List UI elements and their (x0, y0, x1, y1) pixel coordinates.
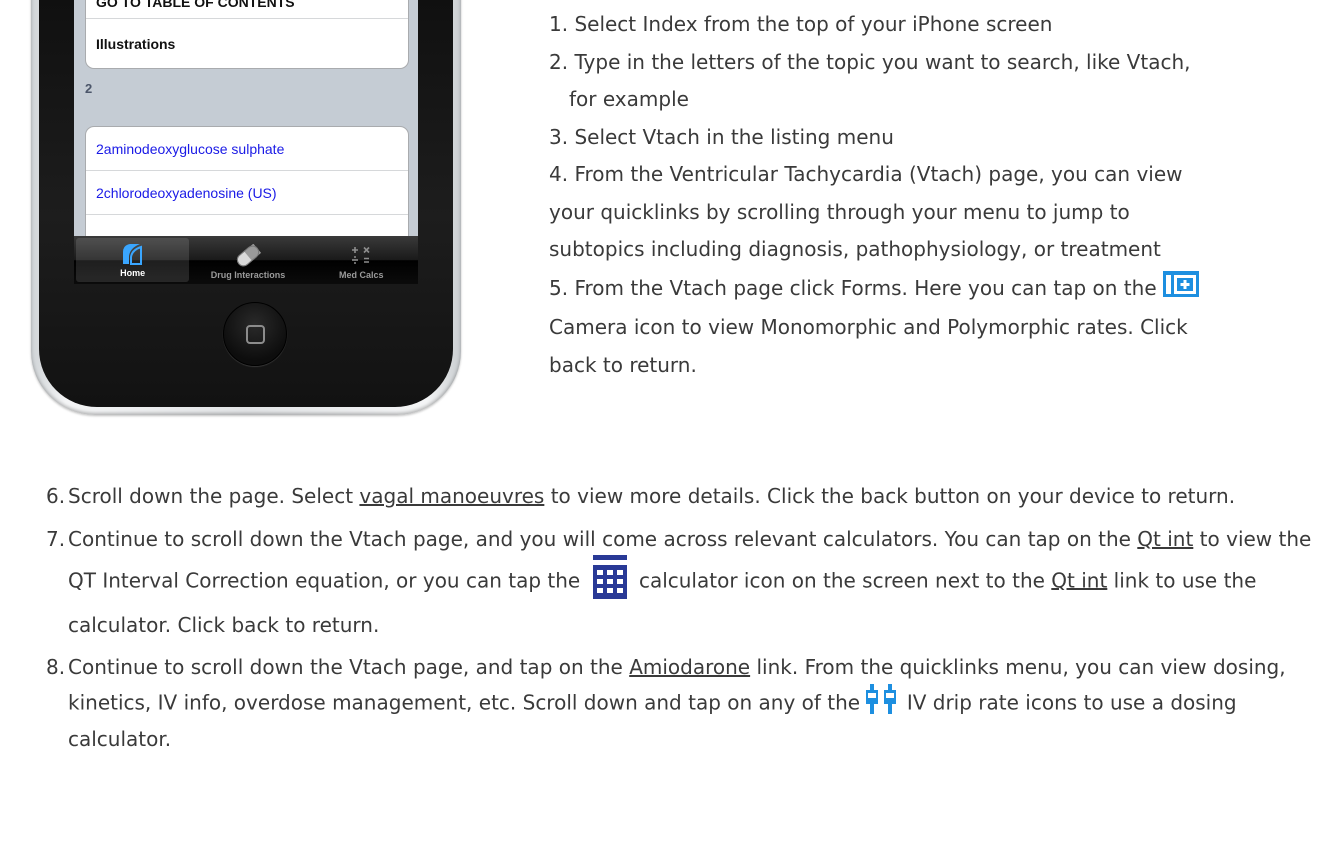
vagal-manoeuvres-link[interactable]: vagal manoeuvres (359, 484, 544, 508)
tab-drug-interactions-label: Drug Interactions (210, 270, 286, 280)
step-8-number: 8. (46, 655, 66, 679)
iphone-face: GO TO TABLE OF CONTENTS Illustrations 2 … (39, 0, 453, 407)
list-item[interactable]: 2chlorodeoxyadenosine (US) (86, 171, 408, 215)
amiodarone-link[interactable]: Amiodarone (629, 655, 750, 679)
step-7-text: Continue to scroll down the Vtach page, … (68, 526, 1138, 551)
step-3: 3. Select Vtach in the listing menu (549, 124, 894, 149)
step-5-line-1: 5. From the Vtach page click Forms. Here… (549, 269, 1319, 310)
camera-icon (1163, 269, 1199, 310)
tab-med-calcs-label: Med Calcs (339, 270, 384, 280)
step-5-line-2: Camera icon to view Monomorphic and Poly… (549, 315, 1188, 339)
iv-drip-icon (866, 683, 900, 724)
step-4-line-1: 4. From the Ventricular Tachycardia (Vta… (549, 162, 1183, 186)
step-7-text-after-icon: calculator icon on the screen next to th… (632, 568, 1052, 593)
list-item-label: 2chlorodeoxyadenosine (US) (96, 184, 277, 201)
calc-icon (349, 244, 373, 268)
toc-row[interactable]: GO TO TABLE OF CONTENTS (86, 0, 408, 19)
home-icon (120, 242, 146, 266)
step-2-line-2: for example (569, 87, 689, 111)
qt-int-link-2[interactable]: Qt int (1051, 568, 1107, 592)
step-6-number: 6. (46, 484, 66, 508)
home-button-square-icon (245, 324, 265, 344)
step-4-line-3: subtopics including diagnosis, pathophys… (549, 237, 1161, 261)
step-5-line-3: back to return. (549, 352, 697, 377)
tab-med-calcs[interactable]: Med Calcs (305, 236, 418, 284)
iphone-device: GO TO TABLE OF CONTENTS Illustrations 2 … (31, 0, 461, 415)
iphone-screen: GO TO TABLE OF CONTENTS Illustrations 2 … (74, 0, 418, 284)
section-header: 2 (85, 81, 93, 96)
step-6-text-end: to view more details. Click the back but… (544, 484, 1236, 508)
list-item[interactable]: 2aminodeoxyglucose sulphate (86, 127, 408, 171)
toc-label: GO TO TABLE OF CONTENTS (96, 0, 295, 10)
step-6: 6. Scroll down the page. Select vagal ma… (46, 480, 1321, 513)
tab-home-label: Home (120, 268, 146, 278)
qt-int-link[interactable]: Qt int (1137, 527, 1193, 551)
list-item-label: 2aminodeoxyglucose sulphate (96, 140, 285, 157)
pill-icon (233, 244, 263, 268)
tab-home[interactable]: Home (76, 238, 190, 282)
calculator-icon (592, 555, 627, 609)
step-7: 7. Continue to scroll down the Vtach pag… (46, 523, 1321, 642)
steps-bottom: 6. Scroll down the page. Select vagal ma… (46, 480, 1321, 766)
illustrations-label: Illustrations (96, 35, 176, 52)
steps-right-column: 1. Select Index from the top of your iPh… (549, 6, 1319, 384)
step-7-number: 7. (46, 526, 66, 551)
step-2-line-1: 2. Type in the letters of the topic you … (549, 49, 1191, 74)
step-6-text: Scroll down the page. Select (68, 484, 360, 508)
home-button[interactable] (223, 302, 287, 366)
step-8: 8. Continue to scroll down the Vtach pag… (46, 651, 1321, 756)
step-1: 1. Select Index from the top of your iPh… (549, 12, 1053, 36)
step-4-line-2: your quicklinks by scrolling through you… (549, 199, 1130, 224)
tab-bar: Home Drug Interactions Med Calcs (74, 236, 418, 284)
tab-drug-interactions[interactable]: Drug Interactions (191, 236, 304, 284)
illustrations-row[interactable]: Illustrations (86, 19, 408, 68)
step-8-text: Continue to scroll down the Vtach page, … (68, 655, 630, 679)
step-5-text: 5. From the Vtach page click Forms. Here… (549, 275, 1157, 300)
top-menu-group: GO TO TABLE OF CONTENTS Illustrations (85, 0, 409, 69)
